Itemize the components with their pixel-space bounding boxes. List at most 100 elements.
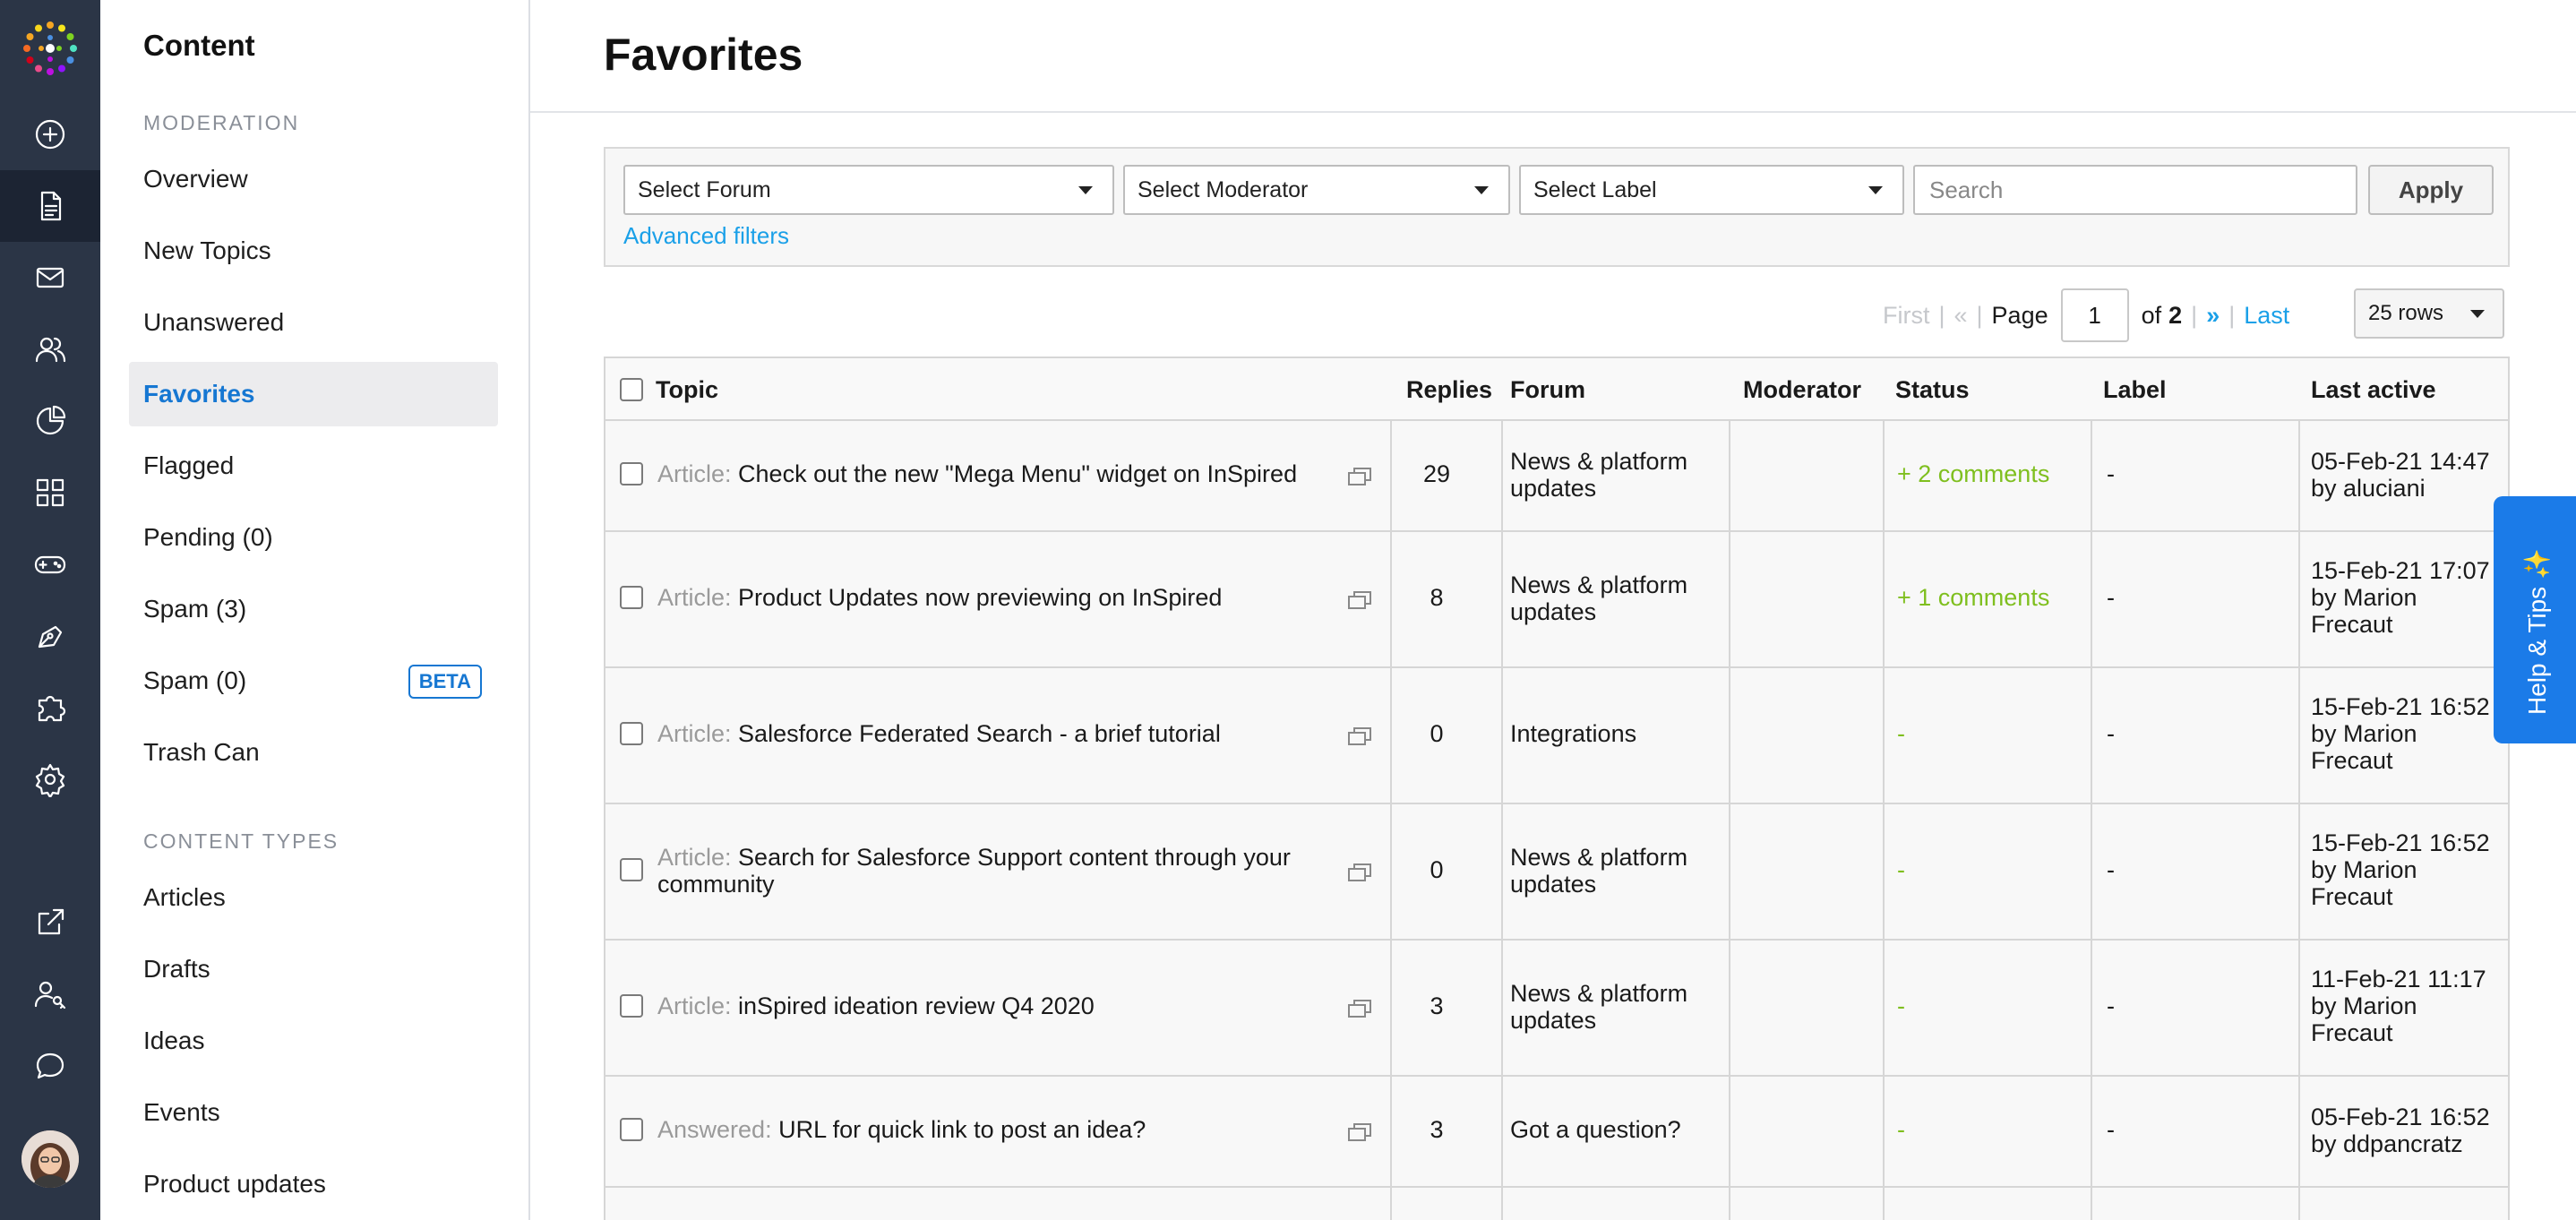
topic-cell[interactable]: Answered: URL for quick link to post an … [657, 1116, 1302, 1143]
mail-icon[interactable] [25, 253, 75, 303]
open-in-new-window-icon[interactable] [1347, 862, 1372, 883]
first-page-link[interactable]: First [1883, 302, 1929, 330]
gear-icon[interactable] [25, 754, 75, 804]
avatar[interactable] [21, 1130, 79, 1188]
replies-cell: 0 [1430, 856, 1444, 883]
column-divider [1390, 421, 1392, 1220]
label-cell: - [2107, 720, 2115, 747]
last-active-date: 15-Feb-21 16:52 [2311, 829, 2490, 856]
gamepad-icon[interactable] [25, 539, 75, 589]
column-moderator[interactable]: Moderator [1743, 376, 1861, 404]
pie-chart-icon[interactable] [25, 396, 75, 446]
topic-title[interactable]: inSpired ideation review Q4 2020 [738, 992, 1095, 1019]
topic-cell[interactable]: Article: Check out the new "Mega Menu" w… [657, 460, 1302, 487]
page-header: Favorites [530, 0, 2576, 113]
app-logo-icon[interactable] [21, 20, 79, 77]
last-active-user[interactable]: by Marion Frecaut [2311, 856, 2503, 910]
column-topic[interactable]: Topic [656, 376, 718, 404]
table-row[interactable]: Article: Search for Salesforce Support c… [605, 804, 2508, 941]
prev-page-link[interactable]: « [1954, 302, 1968, 330]
row-checkbox[interactable] [620, 586, 643, 609]
row-checkbox[interactable] [620, 462, 643, 485]
sidebar-item-articles[interactable]: Articles [129, 865, 498, 930]
topic-title[interactable]: Check out the new "Mega Menu" widget on … [738, 460, 1297, 487]
column-status[interactable]: Status [1895, 376, 1970, 404]
sidebar-item-ideas[interactable]: Ideas [129, 1009, 498, 1073]
plus-circle-icon[interactable] [25, 109, 75, 159]
select-all-checkbox[interactable] [620, 378, 643, 401]
help-and-tips-tab[interactable]: Help & Tips ✨ [2494, 496, 2576, 743]
advanced-filters-link[interactable]: Advanced filters [623, 222, 789, 250]
row-checkbox[interactable] [620, 994, 643, 1018]
sidebar-item-overview[interactable]: Overview [129, 147, 498, 211]
table-row[interactable]: Article: inSpired ideation review Q4 202… [605, 941, 2508, 1077]
label-cell: - [2107, 584, 2115, 611]
rows-per-page-select[interactable]: 25 rows [2354, 288, 2504, 339]
sidebar-item-spam[interactable]: Spam (3) [129, 577, 498, 641]
topic-cell[interactable]: Article: Search for Salesforce Support c… [657, 844, 1302, 898]
open-in-new-window-icon[interactable] [1347, 1121, 1372, 1143]
forum-select[interactable]: Select Forum [623, 165, 1114, 215]
row-checkbox[interactable] [620, 858, 643, 881]
sidebar-item-drafts[interactable]: Drafts [129, 937, 498, 1001]
column-forum[interactable]: Forum [1510, 376, 1585, 404]
open-in-new-window-icon[interactable] [1347, 998, 1372, 1019]
last-page-link[interactable]: Last [2244, 302, 2289, 330]
topic-cell[interactable]: Article: Salesforce Federated Search - a… [657, 720, 1302, 747]
grid-icon[interactable] [25, 468, 75, 518]
last-active-user[interactable]: by Marion Frecaut [2311, 720, 2503, 774]
column-replies[interactable]: Replies [1406, 376, 1492, 404]
user-key-icon[interactable] [25, 969, 75, 1019]
section-moderation: MODERATION [143, 111, 300, 134]
last-active-user[interactable]: by ddpancratz [2311, 1130, 2503, 1157]
row-checkbox[interactable] [620, 722, 643, 745]
sidebar-item-unanswered[interactable]: Unanswered [129, 290, 498, 355]
topic-title[interactable]: URL for quick link to post an idea? [778, 1116, 1146, 1143]
table-row[interactable]: Article: Product Updates now previewing … [605, 532, 2508, 668]
topic-cell[interactable]: Article: inSpired ideation review Q4 202… [657, 992, 1302, 1019]
table-row[interactable]: Article: Check out the new "Mega Menu" w… [605, 421, 2508, 532]
sidebar-item-product-updates[interactable]: Product updates [129, 1152, 498, 1216]
sidebar-item-flagged[interactable]: Flagged [129, 434, 498, 498]
topic-title[interactable]: Search for Salesforce Support content th… [657, 844, 1291, 898]
puzzle-icon[interactable] [25, 683, 75, 733]
next-page-link[interactable]: » [2206, 302, 2220, 330]
topic-title[interactable]: Product Updates now previewing on InSpir… [738, 584, 1222, 611]
last-active-user[interactable]: by Marion Frecaut [2311, 992, 2503, 1046]
topic-cell[interactable]: Article: Product Updates now previewing … [657, 584, 1302, 611]
external-link-icon[interactable] [25, 898, 75, 948]
open-in-new-window-icon[interactable] [1347, 726, 1372, 747]
last-active-user[interactable]: by aluciani [2311, 475, 2503, 502]
search-input[interactable] [1913, 165, 2357, 215]
chat-icon[interactable] [25, 1041, 75, 1091]
document-icon[interactable] [0, 170, 100, 242]
pen-icon[interactable] [25, 611, 75, 661]
row-checkbox[interactable] [620, 1118, 643, 1141]
table-row[interactable]: Article: Salesforce Federated Search - a… [605, 668, 2508, 804]
label-select[interactable]: Select Label [1519, 165, 1904, 215]
replies-cell: 3 [1430, 1116, 1444, 1143]
sidebar-item-new-topics[interactable]: New Topics [129, 219, 498, 283]
topic-title[interactable]: Salesforce Federated Search - a brief tu… [738, 720, 1221, 747]
table-row[interactable] [605, 1188, 2508, 1220]
open-in-new-window-icon[interactable] [1347, 589, 1372, 611]
last-active-user[interactable]: by Marion Frecaut [2311, 584, 2503, 638]
page-of-label: of [2141, 301, 2162, 329]
moderator-select[interactable]: Select Moderator [1123, 165, 1510, 215]
sidebar-item-trash-can[interactable]: Trash Can [129, 720, 498, 785]
users-icon[interactable] [25, 324, 75, 374]
sidebar-item-favorites[interactable]: Favorites [129, 362, 498, 426]
status-cell: - [1897, 1116, 1905, 1143]
page-number-input[interactable]: 1 [2060, 288, 2129, 342]
pager-separator: | [1938, 301, 1945, 329]
sidebar-item-pending[interactable]: Pending (0) [129, 505, 498, 570]
column-label[interactable]: Label [2103, 376, 2167, 404]
sidebar-item-events[interactable]: Events [129, 1080, 498, 1145]
sidebar-item-spam-beta[interactable]: Spam (0) BETA [129, 649, 498, 713]
open-in-new-window-icon[interactable] [1347, 466, 1372, 487]
column-last-active[interactable]: Last active [2311, 376, 2436, 404]
status-cell[interactable]: + 2 comments [1897, 460, 2049, 487]
status-cell[interactable]: + 1 comments [1897, 584, 2049, 611]
apply-button[interactable]: Apply [2368, 165, 2494, 215]
table-row[interactable]: Answered: URL for quick link to post an … [605, 1077, 2508, 1188]
